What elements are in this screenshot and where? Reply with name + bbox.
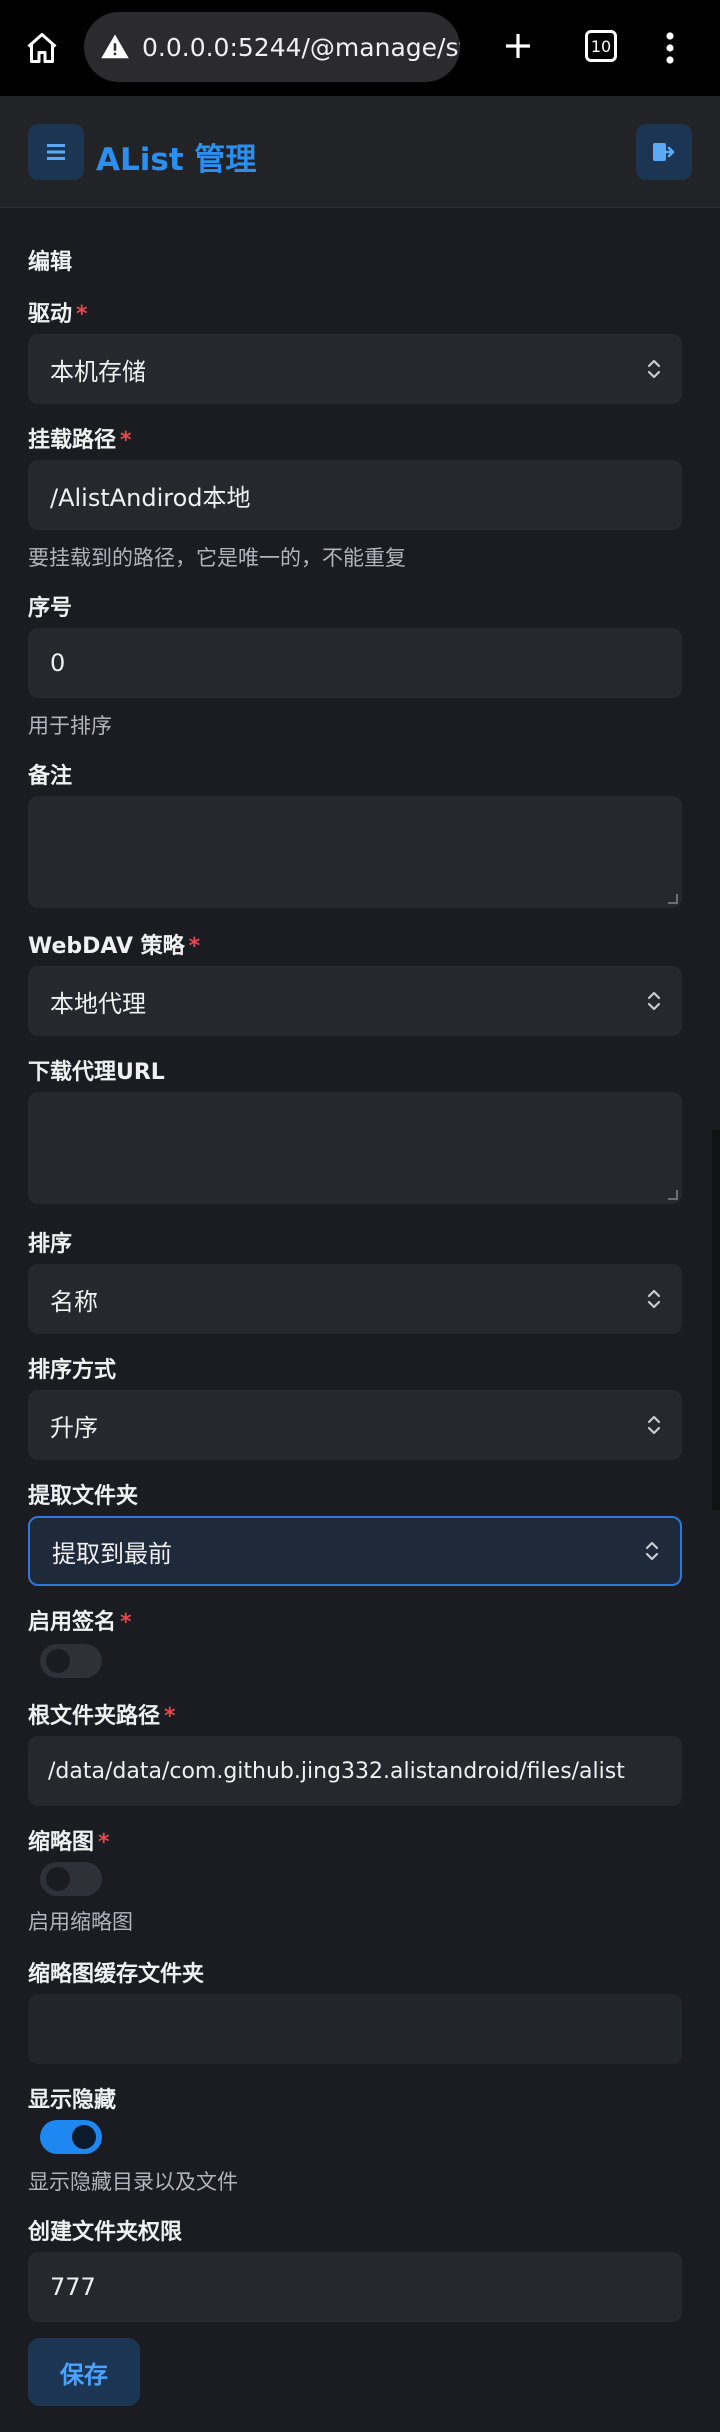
webdav-policy-value: 本地代理	[50, 989, 146, 1018]
thumbnail-hint: 启用缩略图	[28, 1910, 133, 1934]
browser-toolbar: 0.0.0.0:5244/@manage/storag 10	[0, 0, 720, 96]
mkdir-perm-input[interactable]: 777	[28, 2252, 682, 2322]
order-hint: 用于排序	[28, 714, 112, 738]
toggle-knob	[46, 1649, 70, 1673]
logout-button[interactable]	[636, 124, 692, 180]
resize-handle-icon[interactable]	[668, 1190, 678, 1200]
sort-direction-select[interactable]: 升序	[28, 1390, 682, 1460]
driver-select[interactable]: 本机存储	[28, 334, 682, 404]
resize-handle-icon[interactable]	[668, 894, 678, 904]
section-title: 编辑	[28, 250, 73, 275]
enable-sign-toggle[interactable]	[40, 1644, 102, 1678]
mount-path-hint: 要挂载到的路径，它是唯一的，不能重复	[28, 546, 406, 570]
mkdir-perm-label: 创建文件夹权限	[28, 2220, 183, 2245]
sort-direction-label: 排序方式	[28, 1358, 117, 1383]
download-proxy-url-label: 下载代理URL	[28, 1060, 165, 1085]
mount-path-input[interactable]: /AlistAndirod本地	[28, 460, 682, 530]
enable-sign-label: 启用签名 *	[28, 1610, 132, 1635]
root-folder-path-input[interactable]: /data/data/com.github.jing332.alistandro…	[28, 1736, 682, 1806]
extract-folder-select[interactable]: 提取到最前	[28, 1516, 682, 1586]
show-hidden-toggle[interactable]	[40, 2120, 102, 2154]
chevron-updown-icon	[646, 357, 662, 381]
toggle-knob	[72, 2125, 96, 2149]
required-mark: *	[76, 302, 88, 327]
home-icon[interactable]	[20, 26, 64, 70]
extract-folder-value: 提取到最前	[52, 1539, 172, 1568]
thumbnail-toggle[interactable]	[40, 1862, 102, 1896]
thumbnail-label: 缩略图 *	[28, 1830, 110, 1855]
sort-direction-value: 升序	[50, 1413, 98, 1442]
thumb-cache-folder-input[interactable]	[28, 1994, 682, 2064]
required-mark: *	[120, 428, 132, 453]
app-title: AList 管理	[96, 142, 257, 178]
sort-label: 排序	[28, 1232, 73, 1257]
tab-switcher-button[interactable]: 10	[585, 30, 617, 62]
logout-icon	[653, 143, 675, 161]
webdav-policy-label: WebDAV 策略 *	[28, 934, 201, 959]
warning-icon[interactable]	[96, 28, 134, 66]
url-text: 0.0.0.0:5244/@manage/storag	[142, 32, 460, 62]
app-header: AList 管理	[0, 96, 720, 208]
required-mark: *	[188, 934, 201, 959]
required-mark: *	[120, 1610, 132, 1635]
root-folder-path-label: 根文件夹路径 *	[28, 1704, 176, 1729]
remark-textarea[interactable]	[28, 796, 682, 908]
chevron-updown-icon	[646, 1413, 662, 1437]
menu-button[interactable]	[28, 124, 84, 180]
mount-path-label: 挂载路径 *	[28, 428, 132, 453]
show-hidden-label: 显示隐藏	[28, 2088, 117, 2113]
chevron-updown-icon	[644, 1539, 660, 1563]
sort-value: 名称	[50, 1287, 98, 1316]
scrollbar-thumb[interactable]	[712, 1130, 720, 1510]
chevron-updown-icon	[646, 1287, 662, 1311]
address-bar[interactable]: 0.0.0.0:5244/@manage/storag	[84, 12, 460, 82]
webdav-policy-select[interactable]: 本地代理	[28, 966, 682, 1036]
show-hidden-hint: 显示隐藏目录以及文件	[28, 2170, 238, 2194]
toggle-knob	[46, 1867, 70, 1891]
save-button[interactable]: 保存	[28, 2338, 140, 2406]
extract-folder-label: 提取文件夹	[28, 1484, 139, 1509]
thumb-cache-folder-label: 缩略图缓存文件夹	[28, 1962, 205, 1987]
sort-select[interactable]: 名称	[28, 1264, 682, 1334]
order-input[interactable]: 0	[28, 628, 682, 698]
new-tab-icon[interactable]	[496, 24, 540, 68]
more-options-icon[interactable]	[656, 24, 684, 72]
download-proxy-url-textarea[interactable]	[28, 1092, 682, 1204]
required-mark: *	[98, 1830, 110, 1855]
hamburger-icon	[47, 144, 65, 160]
order-label: 序号	[28, 596, 73, 621]
driver-label: 驱动 *	[28, 302, 88, 327]
driver-value: 本机存储	[50, 357, 146, 386]
remark-label: 备注	[28, 764, 73, 789]
required-mark: *	[164, 1704, 176, 1729]
tab-count: 10	[590, 36, 612, 56]
chevron-updown-icon	[646, 989, 662, 1013]
